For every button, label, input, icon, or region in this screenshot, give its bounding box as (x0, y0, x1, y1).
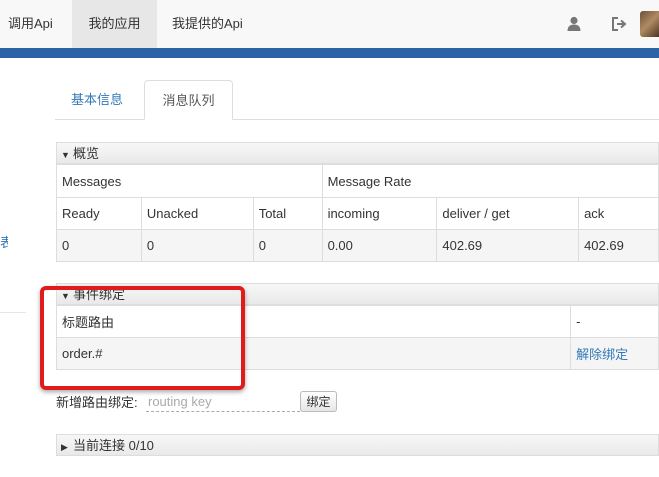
value-unacked: 0 (140, 229, 254, 262)
nav-item-call-api[interactable]: 调用Api (8, 0, 53, 48)
top-navbar: 调用Api 我的应用 我提供的Api (0, 0, 659, 48)
column-header-unacked: Unacked (140, 197, 254, 230)
column-header-incoming: incoming (321, 197, 438, 230)
value-ready: 0 (56, 229, 142, 262)
group-header-message-rate: Message Rate (321, 164, 659, 198)
bind-button[interactable]: 绑定 (300, 391, 337, 412)
nav-item-my-apps[interactable]: 我的应用 (72, 0, 157, 48)
annotation-highlight-box (40, 286, 245, 390)
value-incoming: 0.00 (321, 229, 438, 262)
value-deliver-get: 402.69 (436, 229, 580, 262)
connections-title: 当前连接 0/10 (73, 438, 154, 453)
table-row: 0 0 0 0.00 402.69 402.69 (56, 229, 659, 262)
chevron-down-icon: ▼ (61, 150, 70, 160)
new-binding-label: 新增路由绑定: (56, 395, 138, 410)
overview-title: 概览 (73, 146, 100, 161)
column-header-total: Total (252, 197, 323, 230)
overview-table: Messages Message Rate Ready Unacked Tota… (56, 164, 659, 262)
value-ack: 402.69 (578, 229, 659, 262)
unbind-link[interactable]: 解除绑定 (570, 337, 659, 370)
avatar[interactable] (640, 11, 659, 37)
tab-message-queue[interactable]: 消息队列 (144, 80, 233, 120)
nav-item-my-provided-api[interactable]: 我提供的Api (172, 0, 243, 48)
overview-panel-header[interactable]: ▼ 概览 (56, 142, 659, 164)
bindings-header-action: - (570, 305, 659, 338)
table-row: Messages Message Rate (56, 164, 659, 198)
sidebar-divider (0, 312, 26, 313)
logout-icon[interactable] (610, 15, 628, 33)
group-header-messages: Messages (56, 164, 323, 198)
brand-bar (0, 48, 659, 58)
column-header-ack: ack (578, 197, 659, 230)
column-header-ready: Ready (56, 197, 142, 230)
user-icon[interactable] (565, 15, 583, 33)
routing-key-input[interactable] (146, 391, 300, 412)
chevron-right-icon: ▶ (61, 442, 68, 452)
tab-basic-info[interactable]: 基本信息 (71, 80, 123, 120)
sidebar-link-fragment[interactable]: 表 (0, 232, 8, 251)
connections-panel-header[interactable]: ▶ 当前连接 0/10 (56, 434, 659, 456)
table-row: Ready Unacked Total incoming deliver / g… (56, 197, 659, 230)
value-total: 0 (252, 229, 323, 262)
column-header-deliver-get: deliver / get (436, 197, 580, 230)
